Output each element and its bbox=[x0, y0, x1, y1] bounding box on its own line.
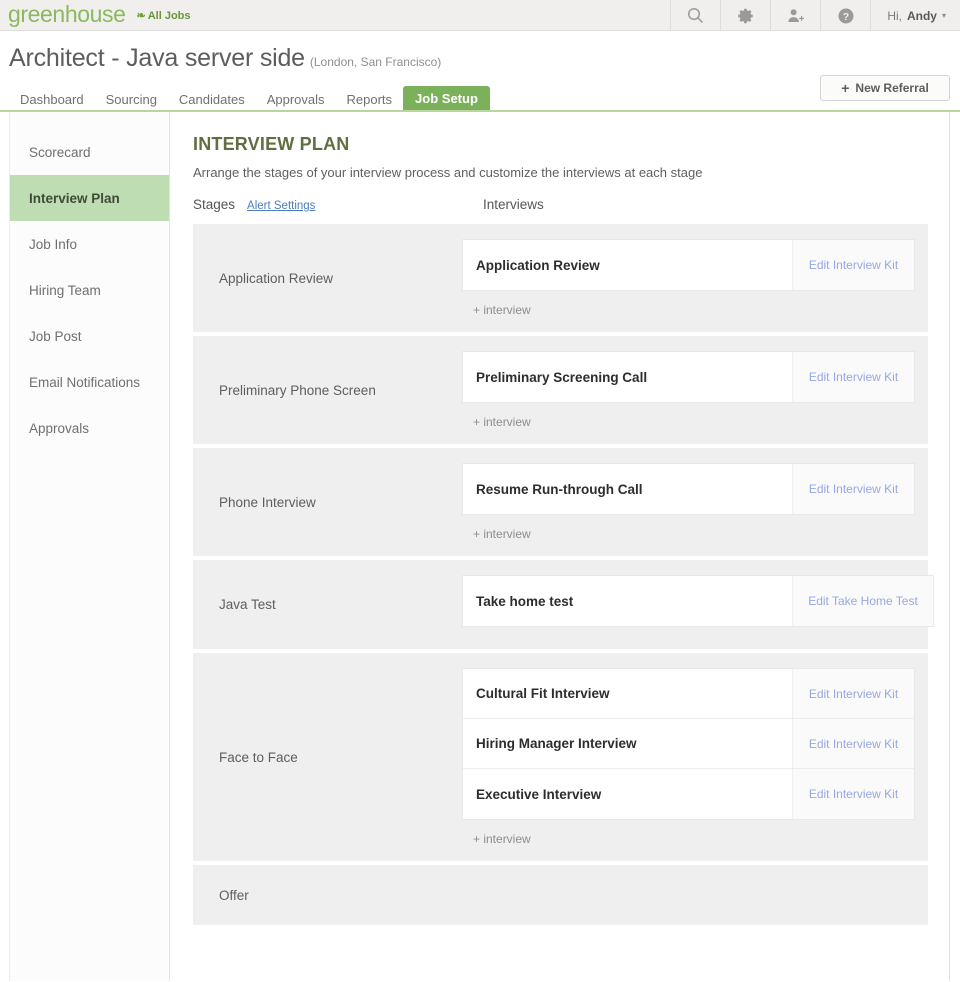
interview-card-list: Take home test Edit Take Home Test bbox=[462, 575, 934, 627]
job-locations: (London, San Francisco) bbox=[309, 55, 442, 69]
interview-name: Application Review bbox=[463, 240, 792, 290]
help-icon[interactable]: ? bbox=[820, 0, 870, 31]
stage-row: Java Test Take home test Edit Take Home Te… bbox=[193, 560, 934, 649]
stage-name: Face to Face bbox=[219, 750, 298, 765]
stage-name: Preliminary Phone Screen bbox=[219, 383, 376, 398]
greeting-prefix: Hi, bbox=[887, 8, 902, 23]
chevron-down-icon: ▾ bbox=[941, 11, 946, 20]
edit-interview-kit-link[interactable]: Edit Interview Kit bbox=[792, 240, 914, 290]
page-title: Architect - Java server side bbox=[9, 44, 305, 72]
stage-interviews: Resume Run-through Call Edit Interview Ki… bbox=[462, 448, 928, 556]
interview-card-list: Resume Run-through Call Edit Interview Ki… bbox=[462, 463, 915, 515]
stage-row: Offer bbox=[193, 865, 928, 925]
job-header: Architect - Java server side (London, San… bbox=[0, 31, 960, 112]
stage-name: Offer bbox=[219, 888, 249, 903]
interview-card[interactable]: Preliminary Screening Call Edit Interview… bbox=[463, 352, 914, 402]
section-heading: INTERVIEW PLAN bbox=[193, 134, 350, 154]
leaf-icon: ❧ bbox=[136, 9, 146, 22]
sidebar-item-scorecard[interactable]: Scorecard bbox=[10, 129, 169, 175]
stage-row: Face to Face Cultural Fit Interview Edit I… bbox=[193, 653, 928, 861]
page-body: Scorecard Interview Plan Job Info Hiring… bbox=[0, 112, 960, 981]
sidebar-item-approvals[interactable]: Approvals bbox=[10, 405, 169, 451]
add-interview-link[interactable]: + interview bbox=[462, 403, 928, 444]
section-subtitle: Arrange the stages of your interview pro… bbox=[193, 165, 703, 180]
alert-settings-link[interactable]: Alert Settings bbox=[247, 200, 315, 212]
stage-interviews: Application Review Edit Interview Kit + in… bbox=[462, 224, 928, 332]
column-header-interviews: Interviews bbox=[483, 197, 544, 212]
edit-interview-kit-link[interactable]: Edit Interview Kit bbox=[792, 464, 914, 514]
new-referral-label: New Referral bbox=[855, 81, 929, 95]
job-setup-sidebar: Scorecard Interview Plan Job Info Hiring… bbox=[9, 112, 170, 981]
add-user-icon[interactable] bbox=[770, 0, 820, 31]
stage-spacer bbox=[462, 880, 928, 902]
sidebar-item-job-post[interactable]: Job Post bbox=[10, 313, 169, 359]
stage-interviews: Cultural Fit Interview Edit Interview Kit… bbox=[462, 653, 928, 861]
tab-approvals[interactable]: Approvals bbox=[256, 88, 336, 112]
stage-interviews: Take home test Edit Take Home Test bbox=[462, 560, 934, 649]
stage-name: Application Review bbox=[219, 271, 334, 286]
interview-name: Resume Run-through Call bbox=[463, 464, 792, 514]
job-tab-bar: Dashboard Sourcing Candidates Approvals … bbox=[9, 86, 490, 112]
interview-card[interactable]: Take home test Edit Take Home Test bbox=[463, 576, 933, 626]
sidebar-item-job-info[interactable]: Job Info bbox=[10, 221, 169, 267]
tab-job-setup[interactable]: Job Setup bbox=[403, 86, 490, 112]
interview-name: Preliminary Screening Call bbox=[463, 352, 792, 402]
stage-list: Application Review Application Review Edit… bbox=[193, 224, 934, 925]
interview-card-list: Preliminary Screening Call Edit Interview… bbox=[462, 351, 915, 403]
interview-card-list: Application Review Edit Interview Kit bbox=[462, 239, 915, 291]
interview-name: Cultural Fit Interview bbox=[463, 669, 792, 718]
tab-sourcing[interactable]: Sourcing bbox=[95, 88, 168, 112]
column-header-stages: Stages bbox=[193, 197, 236, 212]
stage-row: Application Review Application Review Edit… bbox=[193, 224, 928, 332]
interview-card[interactable]: Cultural Fit Interview Edit Interview Kit bbox=[463, 669, 914, 719]
edit-interview-kit-link[interactable]: Edit Interview Kit bbox=[792, 719, 914, 768]
stage-interviews: Preliminary Screening Call Edit Interview… bbox=[462, 336, 928, 444]
add-interview-link[interactable]: + interview bbox=[462, 515, 928, 556]
plus-icon: + bbox=[841, 80, 850, 96]
sidebar-item-hiring-team[interactable]: Hiring Team bbox=[10, 267, 169, 313]
all-jobs-link[interactable]: ❧ All Jobs bbox=[137, 10, 191, 22]
svg-text:?: ? bbox=[843, 10, 849, 22]
tab-dashboard[interactable]: Dashboard bbox=[9, 88, 95, 112]
interview-card[interactable]: Hiring Manager Interview Edit Interview K… bbox=[463, 719, 914, 769]
stage-name: Phone Interview bbox=[219, 495, 316, 510]
edit-interview-kit-link[interactable]: Edit Interview Kit bbox=[792, 669, 914, 718]
top-bar-actions: ? Hi, Andy ▾ bbox=[670, 0, 960, 31]
interview-name: Hiring Manager Interview bbox=[463, 719, 792, 768]
sidebar-item-email-notifications[interactable]: Email Notifications bbox=[10, 359, 169, 405]
stage-spacer bbox=[462, 627, 928, 649]
interview-card[interactable]: Application Review Edit Interview Kit bbox=[463, 240, 914, 290]
interview-card[interactable]: Resume Run-through Call Edit Interview Ki… bbox=[463, 464, 914, 514]
edit-interview-kit-link[interactable]: Edit Interview Kit bbox=[792, 352, 914, 402]
global-top-bar: greenhouse ❧ All Jobs ? Hi, Andy ▾ bbox=[0, 0, 960, 31]
interview-name: Take home test bbox=[463, 576, 792, 626]
tab-reports[interactable]: Reports bbox=[336, 88, 404, 112]
stage-name: Java Test bbox=[219, 597, 276, 612]
sidebar-item-interview-plan[interactable]: Interview Plan bbox=[10, 175, 169, 221]
column-headers: Stages Alert Settings Interviews bbox=[193, 197, 949, 215]
page-right-border bbox=[949, 112, 950, 981]
stage-row: Phone Interview Resume Run-through Call Ed… bbox=[193, 448, 928, 556]
add-interview-link[interactable]: + interview bbox=[462, 820, 928, 861]
tab-candidates[interactable]: Candidates bbox=[168, 88, 256, 112]
greenhouse-logo[interactable]: greenhouse bbox=[8, 2, 126, 26]
all-jobs-label: All Jobs bbox=[147, 10, 191, 22]
user-name: Andy bbox=[906, 8, 937, 23]
search-icon[interactable] bbox=[670, 0, 720, 31]
stage-interviews bbox=[462, 865, 928, 902]
interview-card-list: Cultural Fit Interview Edit Interview Kit… bbox=[462, 668, 915, 820]
user-menu[interactable]: Hi, Andy ▾ bbox=[870, 0, 960, 31]
interview-card[interactable]: Executive Interview Edit Interview Kit bbox=[463, 769, 914, 819]
new-referral-button[interactable]: + New Referral bbox=[820, 75, 950, 101]
edit-interview-kit-link[interactable]: Edit Take Home Test bbox=[792, 576, 933, 626]
interview-plan-panel: INTERVIEW PLAN Arrange the stages of you… bbox=[171, 112, 949, 981]
gear-icon[interactable] bbox=[720, 0, 770, 31]
edit-interview-kit-link[interactable]: Edit Interview Kit bbox=[792, 769, 914, 819]
interview-name: Executive Interview bbox=[463, 769, 792, 819]
stage-row: Preliminary Phone Screen Preliminary Scre… bbox=[193, 336, 928, 444]
add-interview-link[interactable]: + interview bbox=[462, 291, 928, 332]
